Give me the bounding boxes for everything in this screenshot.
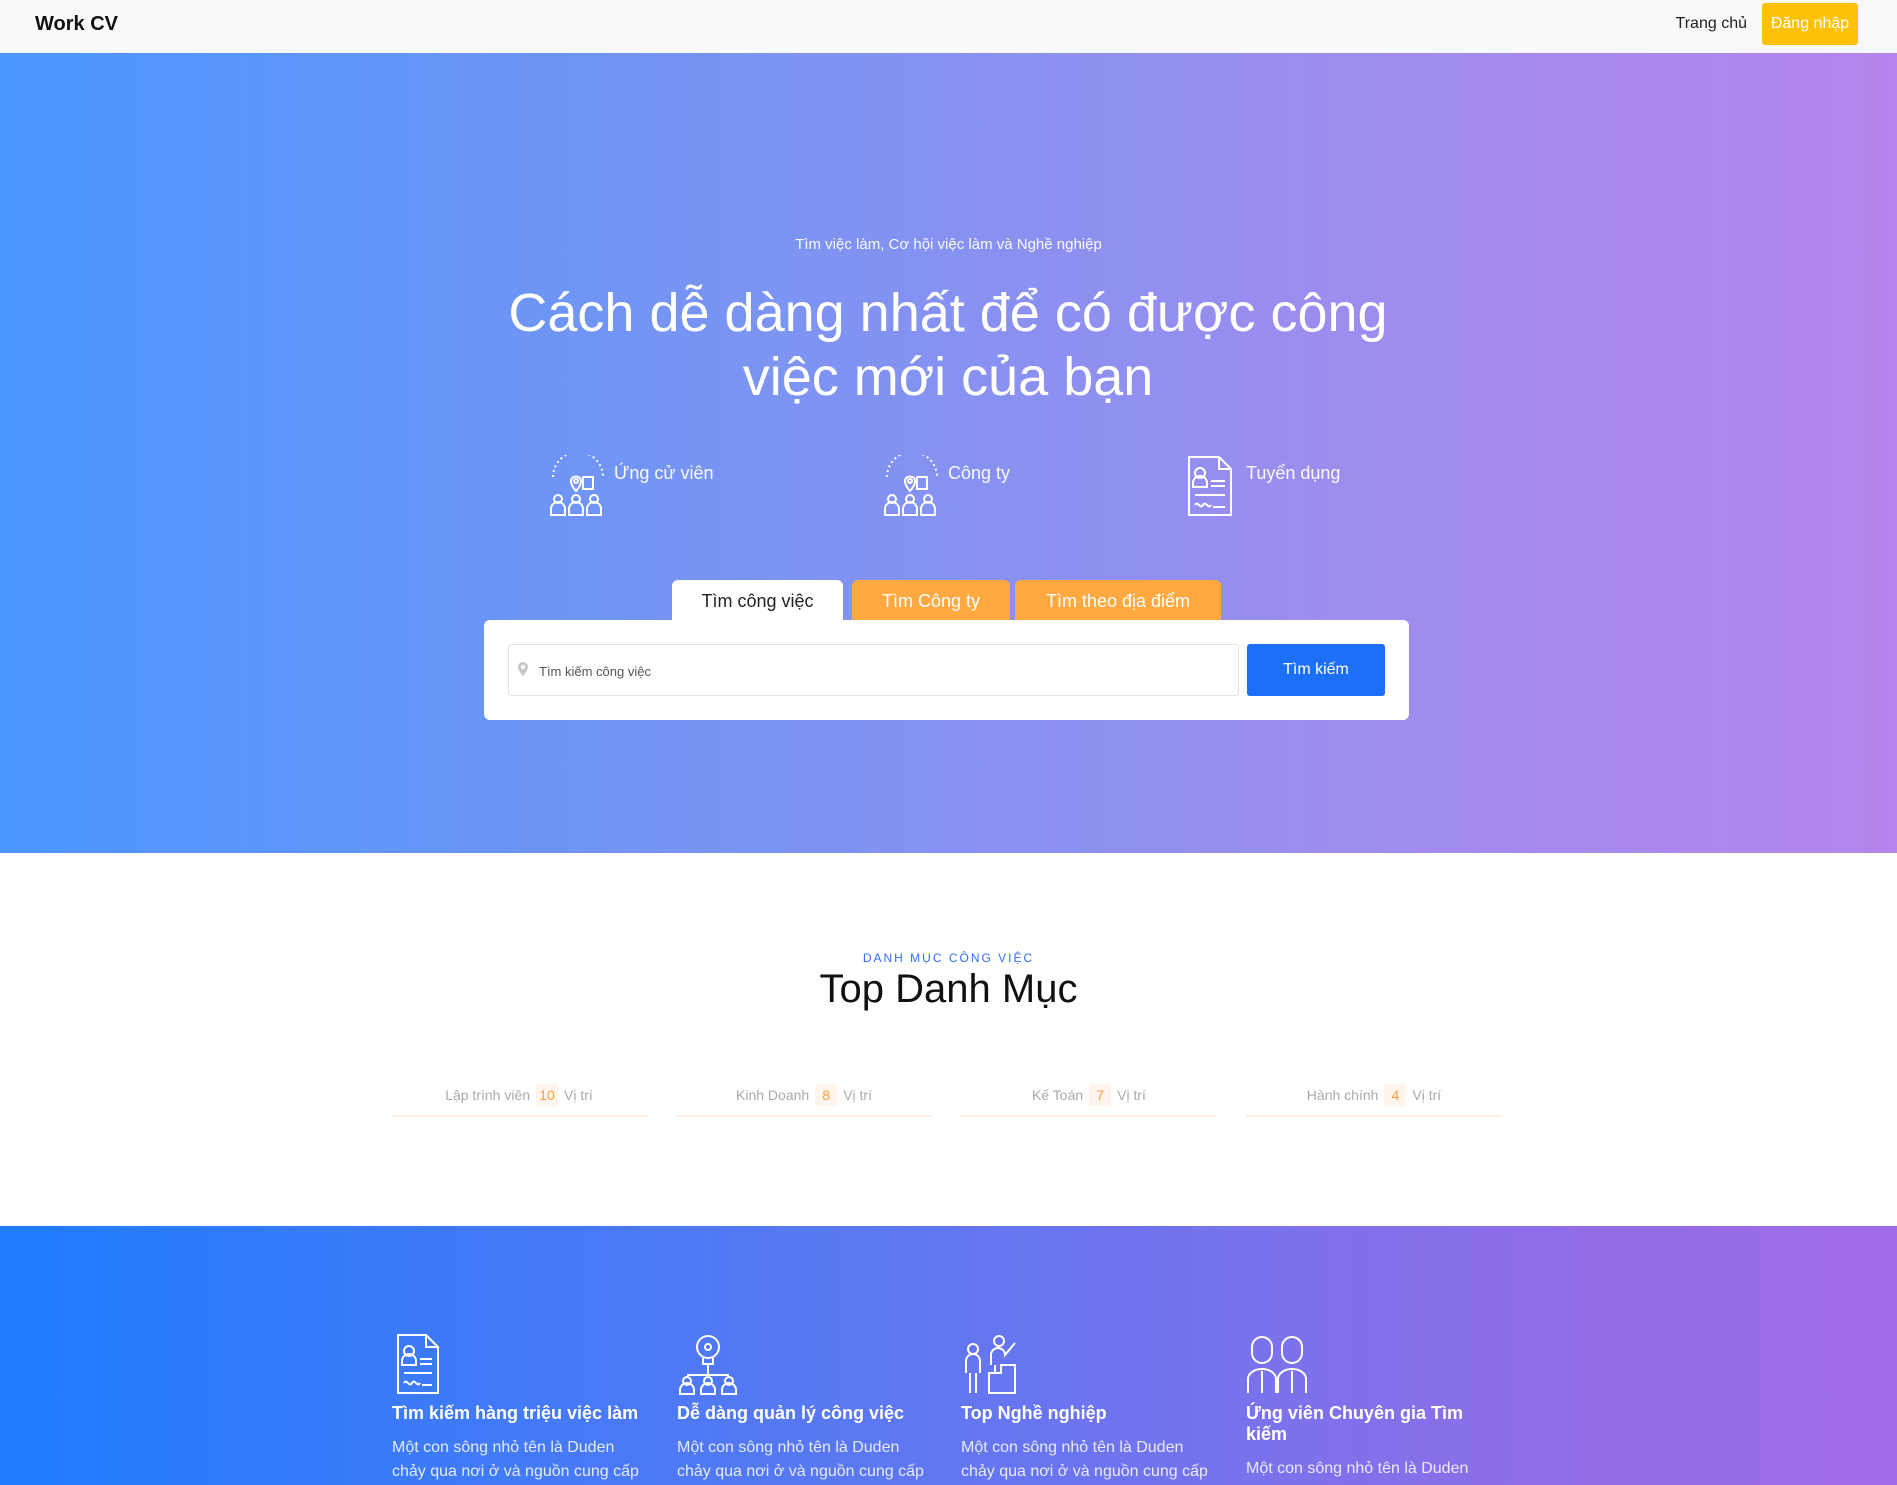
feature-title: Tìm kiếm hàng triệu việc làm xyxy=(392,1403,639,1423)
category-name: Kinh Doanh xyxy=(736,1087,810,1103)
category-item[interactable]: Lập trình viên 10 Vị trí xyxy=(391,1075,647,1117)
feature-desc: Một con sông nhỏ tên là Duden xyxy=(1246,1460,1469,1477)
feature-item: Top Nghề nghiệp Một con sông nhỏ tên là … xyxy=(961,1333,1216,1484)
category-suffix: Vị trí xyxy=(564,1087,593,1103)
hero-subtitle: Tìm việc làm, Cơ hội việc làm và Nghề ng… xyxy=(795,236,1102,253)
navbar: Work CV Trang chủ Đăng nhập xyxy=(0,0,1897,53)
categories-section: DANH MỤC CÔNG VIỆC Top Danh Mục Lập trìn… xyxy=(0,853,1897,1226)
stat-company-label: Công ty xyxy=(948,463,1011,483)
category-suffix: Vị trí xyxy=(843,1087,872,1103)
category-item[interactable]: Hành chính 4 Vị trí xyxy=(1246,1075,1502,1117)
stat-candidates-label: Ứng cử viên xyxy=(614,463,714,483)
career-growth-icon xyxy=(965,1335,1016,1394)
features-section: Tìm kiếm hàng triệu việc làm Một con sôn… xyxy=(0,1226,1897,1485)
feature-title: Top Nghề nghiệp xyxy=(961,1403,1107,1423)
category-item[interactable]: Kinh Doanh 8 Vị trí xyxy=(676,1075,932,1117)
categories-title: Top Danh Mục xyxy=(819,967,1078,1011)
hero-section: Tìm việc làm, Cơ hội việc làm và Nghề ng… xyxy=(0,53,1897,853)
location-pin-icon xyxy=(518,662,528,676)
category-suffix: Vị trí xyxy=(1412,1087,1442,1103)
category-name: Lập trình viên xyxy=(445,1087,531,1103)
stat-recruitment-label: Tuyển dụng xyxy=(1246,463,1341,483)
tab-find-company[interactable]: Tìm Công ty xyxy=(852,580,1010,620)
category-name: Hành chính xyxy=(1306,1087,1379,1103)
nav-home-link[interactable]: Trang chủ xyxy=(1676,15,1747,33)
feature-desc: Một con sông nhỏ tên là Duden chảy qua n… xyxy=(392,1439,639,1480)
feature-title: Dễ dàng quản lý công việc xyxy=(677,1403,905,1423)
category-name: Kế Toán xyxy=(1032,1087,1084,1103)
tab-find-job[interactable]: Tìm công việc xyxy=(672,580,843,620)
category-count: 8 xyxy=(815,1084,838,1106)
feature-desc: Một con sông nhỏ tên là Duden chảy qua n… xyxy=(677,1439,924,1480)
resume-icon xyxy=(1188,456,1232,516)
feature-item: Ứng viên Chuyên gia Tìm kiếm Một con sôn… xyxy=(1246,1333,1501,1481)
feature-item: Dễ dàng quản lý công việc Một con sông n… xyxy=(677,1333,932,1484)
feature-item: Tìm kiếm hàng triệu việc làm Một con sôn… xyxy=(392,1333,647,1484)
experts-icon xyxy=(1247,1336,1307,1393)
category-count: 4 xyxy=(1384,1084,1407,1106)
categories-kicker: DANH MỤC CÔNG VIỆC xyxy=(862,951,1035,965)
feature-title: Ứng viên Chuyên gia Tìm kiếm xyxy=(1246,1403,1463,1444)
search-input[interactable] xyxy=(537,645,1231,697)
category-suffix: Vị trí xyxy=(1117,1087,1146,1103)
idea-network-icon xyxy=(679,1335,737,1395)
feature-desc: Một con sông nhỏ tên là Duden chảy qua n… xyxy=(961,1439,1208,1480)
candidates-icon xyxy=(550,455,604,516)
category-item[interactable]: Kế Toán 7 Vị trí xyxy=(961,1075,1217,1117)
tab-find-location[interactable]: Tìm theo địa điểm xyxy=(1015,580,1221,620)
brand-logo[interactable]: Work CV xyxy=(35,13,118,36)
login-button[interactable]: Đăng nhập xyxy=(1762,3,1858,45)
search-button[interactable]: Tìm kiếm xyxy=(1247,644,1385,696)
resume-icon xyxy=(397,1334,439,1394)
search-field xyxy=(508,644,1239,697)
category-count: 7 xyxy=(1089,1084,1112,1106)
category-count: 10 xyxy=(536,1084,559,1106)
search-panel: Tìm kiếm xyxy=(484,620,1409,720)
hero-title: Cách dễ dàng nhất để có được công việc m… xyxy=(508,283,1388,407)
company-icon xyxy=(884,455,938,516)
